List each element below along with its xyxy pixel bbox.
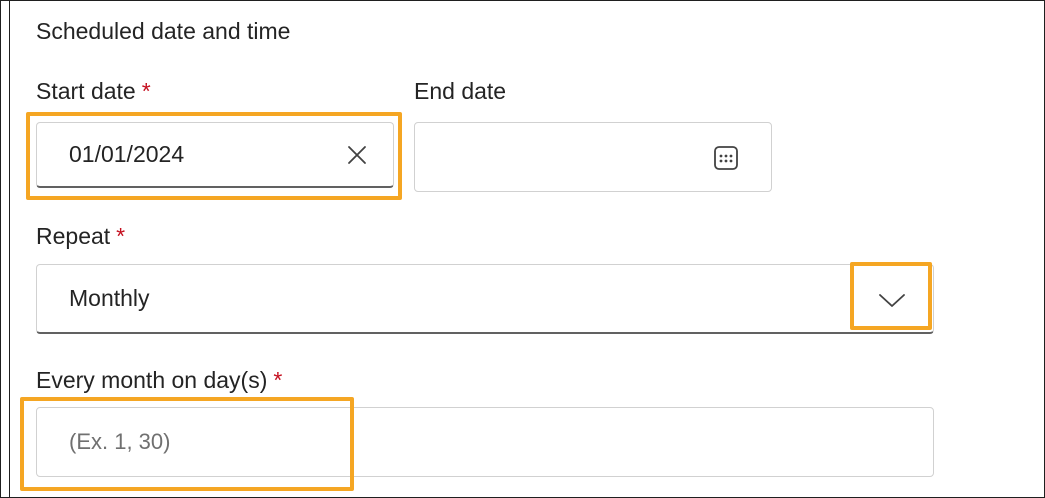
- panel-left-border: [9, 0, 10, 498]
- start-date-label-text: Start date: [36, 78, 136, 104]
- required-mark: *: [273, 367, 283, 393]
- chevron-down-icon-glyph: [879, 294, 905, 307]
- days-input[interactable]: (Ex. 1, 30): [36, 407, 934, 477]
- start-date-input[interactable]: 01/01/2024: [36, 122, 394, 188]
- close-icon[interactable]: [343, 141, 371, 169]
- chevron-down-icon[interactable]: [875, 285, 909, 315]
- end-date-label: End date: [414, 78, 507, 104]
- repeat-selected-value: Monthly: [69, 285, 150, 311]
- repeat-label: Repeat *: [36, 221, 125, 251]
- days-label-text: Every month on day(s): [36, 367, 268, 393]
- start-date-label: Start date *: [36, 76, 151, 106]
- calendar-icon[interactable]: [709, 141, 743, 175]
- close-icon-glyph: [348, 146, 366, 164]
- days-placeholder: (Ex. 1, 30): [69, 429, 171, 454]
- days-label: Every month on day(s) *: [36, 365, 282, 395]
- repeat-dropdown[interactable]: Monthly: [36, 264, 934, 334]
- section-title: Scheduled date and time: [36, 18, 291, 44]
- required-mark: *: [141, 78, 151, 104]
- end-date-input[interactable]: [414, 122, 772, 192]
- repeat-label-text: Repeat: [36, 223, 111, 249]
- calendar-icon-glyph: [714, 146, 738, 170]
- start-date-value: 01/01/2024: [69, 141, 185, 167]
- required-mark: *: [116, 223, 126, 249]
